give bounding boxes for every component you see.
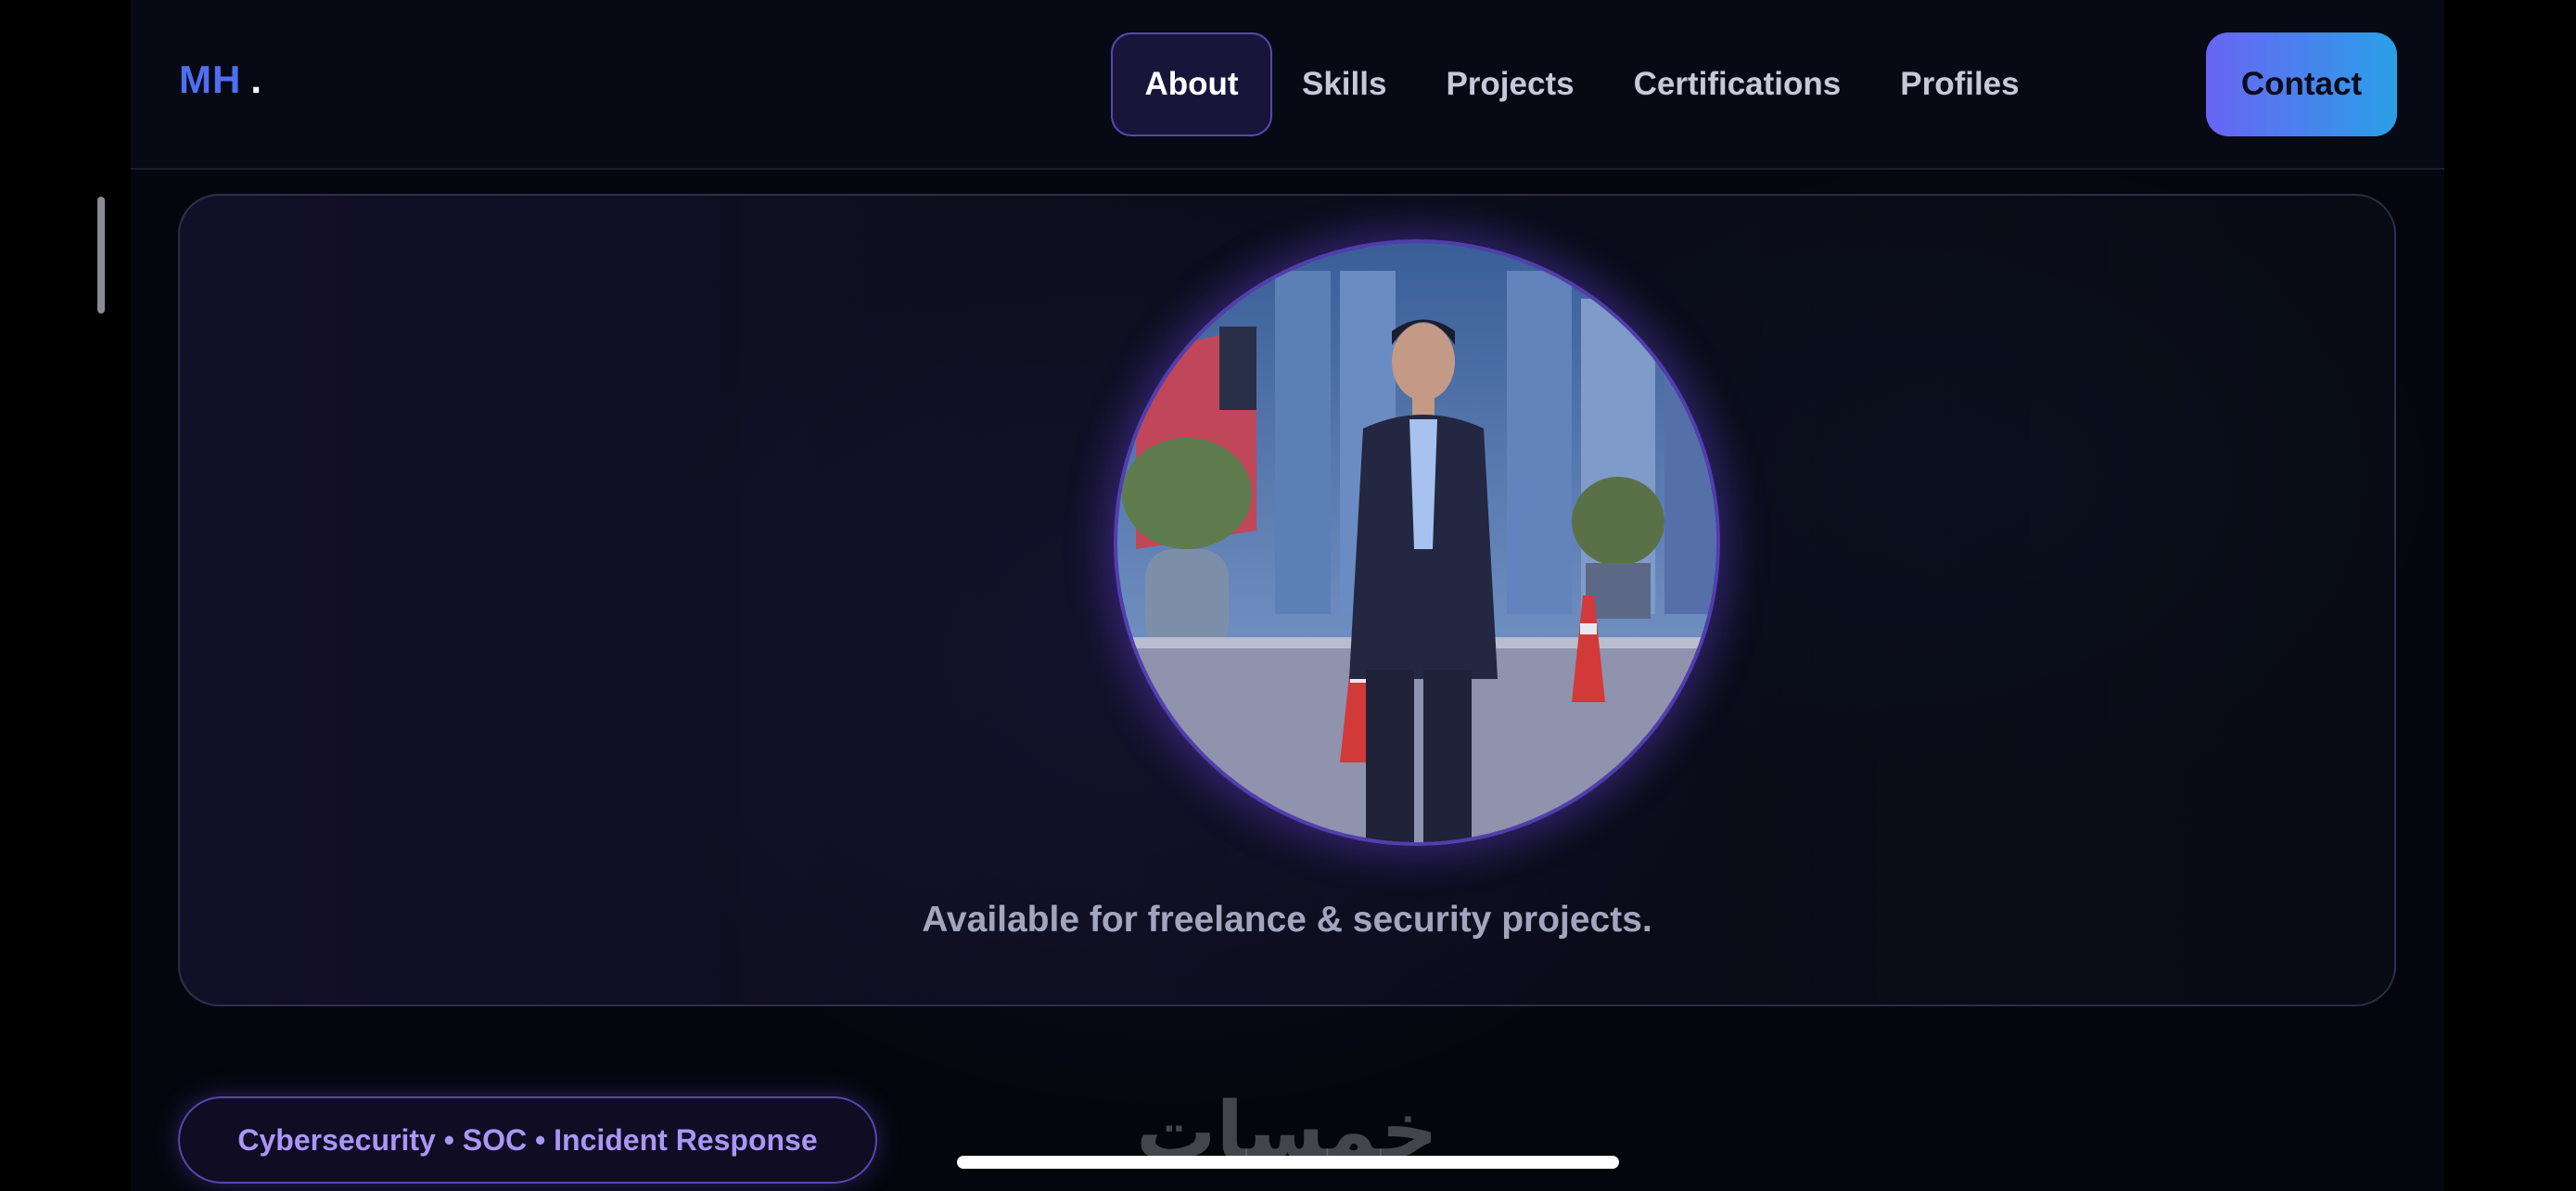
nav-menu: About Skills Projects Certifications Pro… xyxy=(1111,32,2049,136)
nav-item-profiles[interactable]: Profiles xyxy=(1870,32,2048,136)
nav-item-projects[interactable]: Projects xyxy=(1416,32,1603,136)
scrollbar-thumb[interactable] xyxy=(97,197,105,314)
site-logo[interactable]: MH . xyxy=(179,58,262,113)
nav-item-about[interactable]: About xyxy=(1111,32,1272,136)
profile-photo xyxy=(1114,239,1720,846)
nav-item-certifications[interactable]: Certifications xyxy=(1604,32,1871,136)
role-tagline-pill: Cybersecurity • SOC • Incident Response xyxy=(178,1096,877,1184)
top-navigation-bar: MH . About Skills Projects Certification… xyxy=(131,0,2444,170)
logo-dot: . xyxy=(250,58,262,101)
nav-item-skills[interactable]: Skills xyxy=(1272,32,1416,136)
availability-text: Available for freelance & security proje… xyxy=(922,900,1652,940)
page-viewport: MH . About Skills Projects Certification… xyxy=(131,0,2444,1191)
profile-photo-illustration xyxy=(1117,243,1716,842)
contact-button[interactable]: Contact xyxy=(2206,32,2397,136)
watermark-logo: خمسات xyxy=(1136,1085,1438,1178)
home-indicator[interactable] xyxy=(957,1156,1619,1169)
logo-text: MH xyxy=(179,58,242,101)
